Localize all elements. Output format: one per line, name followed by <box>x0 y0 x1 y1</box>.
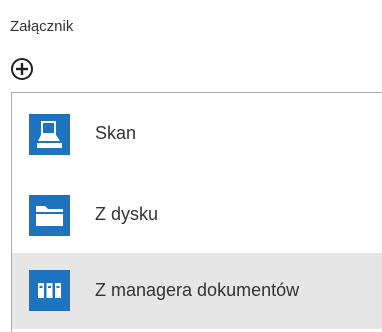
folder-icon <box>29 195 70 236</box>
menu-item-label: Z managera dokumentów <box>95 280 300 300</box>
add-attachment-button[interactable] <box>10 57 34 81</box>
attachment-panel: Załącznik Skan Z dysku Z managera dokume… <box>0 0 382 332</box>
scanner-icon <box>29 114 70 155</box>
menu-item-label: Skan <box>95 123 137 143</box>
attachment-source-menu: Skan Z dysku Z managera dokumentów <box>11 92 382 332</box>
menu-item-label: Z dysku <box>95 204 159 224</box>
menu-item-from-disk[interactable]: Z dysku <box>12 187 382 241</box>
menu-item-document-manager[interactable]: Z managera dokumentów <box>12 253 382 329</box>
menu-item-scan[interactable]: Skan <box>12 107 382 161</box>
plus-circle-icon <box>11 58 33 80</box>
document-binders-icon <box>29 270 70 311</box>
attachment-label: Załącznik <box>10 18 74 35</box>
